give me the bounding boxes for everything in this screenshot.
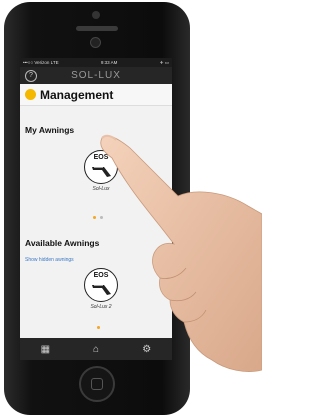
pointing-hand-illustration xyxy=(100,134,262,372)
